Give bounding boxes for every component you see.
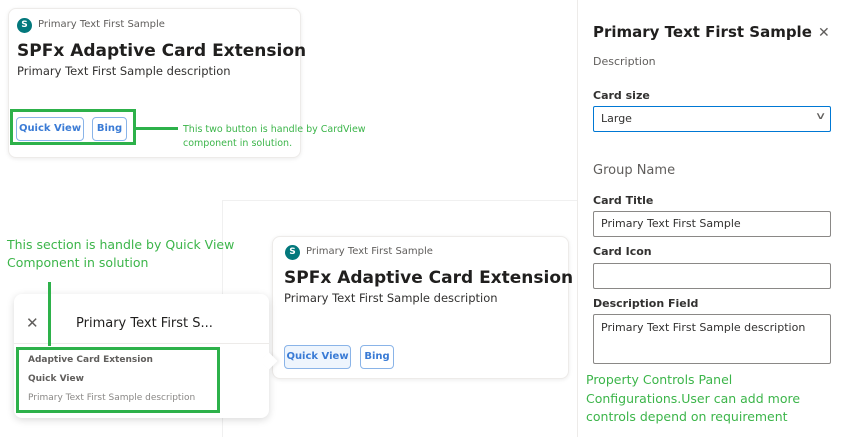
quick-view-annotation: This section is handle by Quick View Com… (7, 236, 234, 272)
annotation-line: This two button is handle by CardView (183, 124, 366, 135)
card-size-value: Large (601, 112, 632, 125)
sharepoint-icon: S (285, 245, 300, 260)
card-header: Primary Text First Sample (306, 246, 433, 257)
bing-button[interactable]: Bing (92, 117, 127, 141)
annotation-connector (48, 282, 51, 346)
close-panel-icon[interactable]: ✕ (818, 25, 830, 41)
description-field-label: Description Field (593, 297, 699, 310)
card-title-input[interactable]: Primary Text First Sample (593, 211, 831, 237)
quick-view-title: Primary Text First S... (76, 316, 213, 331)
quick-view-button[interactable]: Quick View (16, 117, 84, 141)
chevron-down-icon: ∨ (814, 111, 827, 122)
quick-view-line: Quick View (28, 374, 84, 384)
annotation-line: This section is handle by Quick View (7, 237, 235, 252)
card-title-label: Card Title (593, 194, 654, 207)
card-title: SPFx Adaptive Card Extension (17, 41, 307, 61)
card-icon-label: Card Icon (593, 245, 652, 258)
sharepoint-icon: S (17, 18, 32, 33)
canvas-border (222, 200, 577, 201)
annotation-line: Property Controls Panel (586, 372, 733, 387)
quick-view-line: Adaptive Card Extension (28, 355, 153, 365)
panel-title: Primary Text First Sample (593, 23, 812, 41)
card-description: Primary Text First Sample description (284, 291, 498, 305)
annotation-line: component in solution. (183, 138, 293, 149)
close-icon[interactable]: ✕ (26, 314, 39, 332)
panel-description: Description (593, 55, 656, 68)
card-size-dropdown[interactable]: Large ∨ (593, 106, 831, 132)
bing-button[interactable]: Bing (360, 345, 394, 369)
quick-view-button[interactable]: Quick View (284, 345, 351, 369)
quick-view-line: Primary Text First Sample description (28, 393, 196, 403)
annotation-line: controls depend on requirement (586, 409, 788, 424)
annotation-line: Configurations.User can add more (586, 390, 801, 406)
group-name: Group Name (593, 163, 676, 178)
card-header: Primary Text First Sample (38, 19, 165, 30)
annotation-line: Component in solution (7, 255, 149, 270)
divider (14, 343, 269, 344)
card-size-label: Card size (593, 89, 650, 102)
card-description: Primary Text First Sample description (17, 64, 231, 78)
annotation-text: This two button is handle by CardView co… (183, 123, 366, 151)
card-title: SPFx Adaptive Card Extension (284, 268, 574, 288)
panel-annotation: Property Controls Panel Configurations.U… (586, 371, 800, 427)
description-field-textarea[interactable]: Primary Text First Sample description (593, 314, 831, 364)
card-icon-input[interactable] (593, 263, 831, 289)
annotation-connector (135, 127, 178, 130)
